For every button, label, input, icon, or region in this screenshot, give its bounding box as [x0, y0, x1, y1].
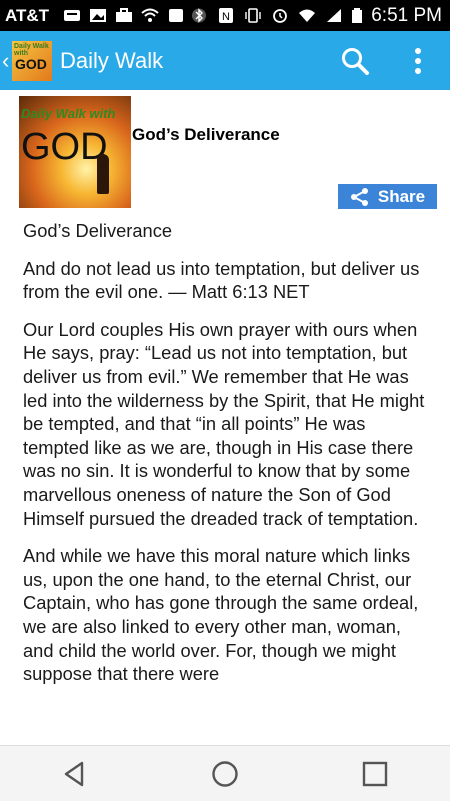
share-icon [350, 187, 368, 206]
article-content[interactable]: Daily Walk with GOD God’s Deliverance Sh… [0, 90, 450, 745]
navigation-bar [0, 745, 450, 801]
app-logo[interactable]: Daily Walk with GOD [12, 40, 52, 81]
wifi-icon [299, 9, 316, 22]
briefcase-icon [116, 8, 133, 22]
article-body: God’s Deliverance And do not lead us int… [23, 219, 433, 700]
nfc-icon: N [219, 8, 234, 23]
alarm-icon [273, 9, 288, 23]
app-logo-text-main: GOD [15, 55, 47, 72]
search-icon[interactable] [340, 46, 370, 76]
app-title: Daily Walk [60, 47, 164, 73]
wifi-lock-icon [141, 8, 159, 22]
article-paragraph: And do not lead us into temptation, but … [23, 257, 420, 303]
vibrate-icon [245, 8, 261, 23]
battery-icon [352, 8, 363, 23]
thumbnail-text-top: Daily Walk with [21, 106, 116, 121]
app-bar: ‹ Daily Walk with GOD Daily Walk [0, 31, 450, 90]
back-icon[interactable]: ‹ [2, 48, 12, 74]
share-button[interactable]: Share [338, 184, 437, 209]
home-nav-icon[interactable] [210, 759, 240, 789]
overflow-menu-icon[interactable] [414, 46, 422, 76]
bluetooth-icon [192, 8, 207, 23]
article-heading: God’s Deliverance [23, 220, 173, 241]
app-logo-text-top: Daily Walk with [14, 42, 49, 57]
clock: 6:51 PM [371, 4, 442, 26]
svg-text:N: N [222, 11, 230, 23]
carrier-label: AT&T [5, 5, 50, 25]
recents-nav-icon[interactable] [360, 759, 390, 789]
back-nav-icon[interactable] [60, 759, 90, 789]
article-paragraph: And while we have this moral nature whic… [23, 545, 419, 685]
article-paragraph: Our Lord couples His own prayer with our… [23, 318, 425, 529]
share-label: Share [377, 186, 426, 206]
thumbnail-text-main: GOD [21, 126, 108, 168]
screen-icon [169, 9, 184, 22]
message-icon [64, 10, 81, 21]
entry-thumbnail: Daily Walk with GOD [19, 96, 131, 208]
image-icon [90, 9, 107, 22]
status-bar: AT&T N 6:51 PM [0, 0, 450, 31]
walker-silhouette [97, 154, 109, 194]
signal-icon [327, 9, 342, 22]
entry-title: God’s Deliverance [132, 125, 280, 144]
